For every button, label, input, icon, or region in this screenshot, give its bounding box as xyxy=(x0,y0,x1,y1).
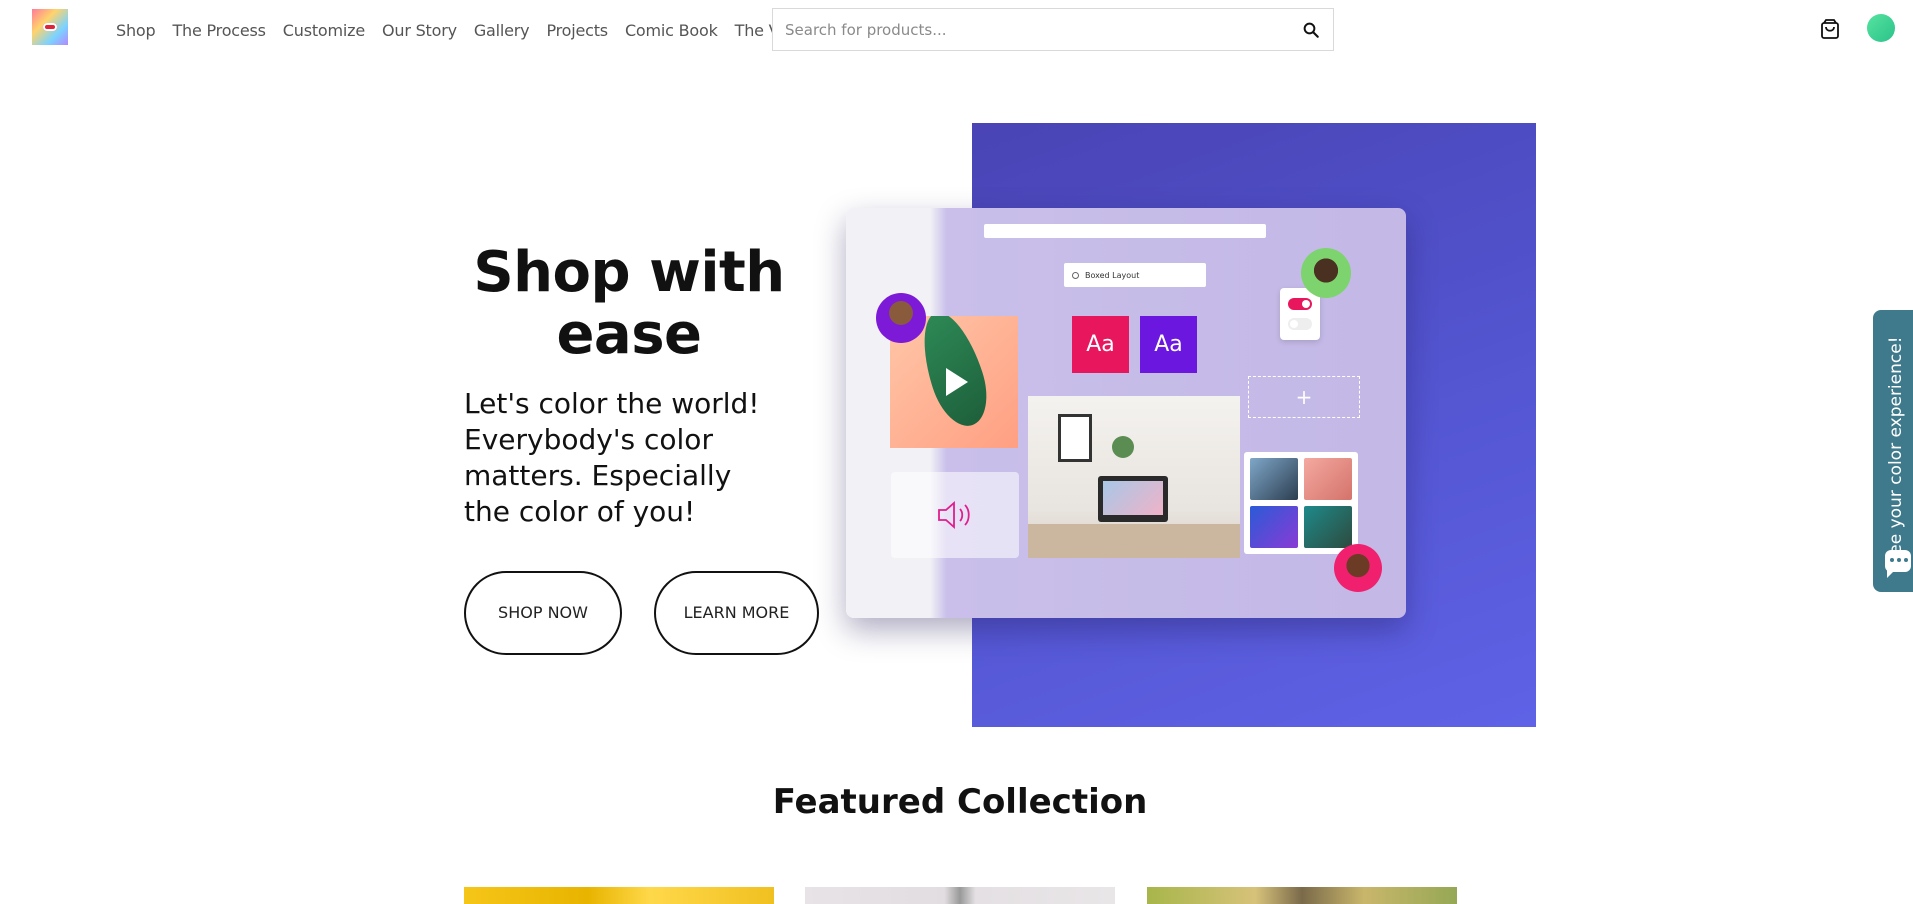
avatar-bubble-green xyxy=(1301,248,1351,298)
avatar-bubble-purple xyxy=(876,293,926,343)
play-icon xyxy=(946,368,968,396)
typography-tile-pink: Aa xyxy=(1072,316,1129,373)
avatar-bubble-pink xyxy=(1334,544,1382,592)
mockup-top-bar xyxy=(984,224,1266,238)
desk-table-image xyxy=(1028,524,1240,558)
search-bar xyxy=(772,8,1334,51)
laptop-image xyxy=(1098,476,1168,522)
toggle-off-icon xyxy=(1288,318,1312,330)
nav-customize[interactable]: Customize xyxy=(283,21,365,40)
typography-tile-purple: Aa xyxy=(1140,316,1197,373)
cart-button[interactable] xyxy=(1818,17,1842,41)
nav-comic-book[interactable]: Comic Book xyxy=(625,21,718,40)
grid-photo-1 xyxy=(1250,458,1298,500)
color-experience-label: See your color experience! xyxy=(1886,336,1906,566)
learn-more-button[interactable]: LEARN MORE xyxy=(654,571,819,655)
grid-photo-4 xyxy=(1304,506,1352,548)
hero-title: Shop with ease xyxy=(473,240,785,367)
nav-the-process[interactable]: The Process xyxy=(172,21,266,40)
mockup-search-box: Boxed Layout xyxy=(1064,263,1206,287)
toggle-on-icon xyxy=(1288,298,1312,310)
shop-now-button[interactable]: SHOP NOW xyxy=(464,571,622,655)
cart-icon xyxy=(1821,19,1839,39)
site-logo[interactable] xyxy=(32,9,68,45)
grid-photo-3 xyxy=(1250,506,1298,548)
main-nav: Shop The Process Customize Our Story Gal… xyxy=(116,0,838,60)
mockup-search-icon xyxy=(1072,271,1079,279)
nav-gallery[interactable]: Gallery xyxy=(474,21,530,40)
product-card-2[interactable] xyxy=(805,887,1115,904)
add-block-placeholder: + xyxy=(1248,376,1360,418)
speaker-icon xyxy=(938,501,970,529)
mockup-search-text: Boxed Layout xyxy=(1085,270,1140,280)
color-experience-tab[interactable]: See your color experience! xyxy=(1873,310,1913,592)
nav-projects[interactable]: Projects xyxy=(546,21,608,40)
product-card-1[interactable] xyxy=(464,887,774,904)
hero-mockup-illustration: Boxed Layout Aa Aa + xyxy=(846,208,1406,618)
user-avatar[interactable] xyxy=(1867,14,1895,42)
top-nav-bar: Shop The Process Customize Our Story Gal… xyxy=(0,0,1913,60)
sound-card xyxy=(891,472,1019,558)
photo-grid-card xyxy=(1244,452,1358,554)
hero-subtitle: Let's color the world! Everybody's color… xyxy=(464,387,760,528)
desk-plant-image xyxy=(1112,436,1134,458)
featured-collection-title: Featured Collection xyxy=(772,782,1148,822)
search-input[interactable] xyxy=(773,9,1289,50)
search-icon xyxy=(1303,22,1319,38)
logo-mark-icon xyxy=(43,23,57,31)
desk-photo xyxy=(1028,396,1240,558)
nav-shop[interactable]: Shop xyxy=(116,21,156,40)
search-button[interactable] xyxy=(1289,9,1333,50)
product-card-3[interactable] xyxy=(1147,887,1457,904)
toggle-card xyxy=(1280,288,1320,340)
nav-our-story[interactable]: Our Story xyxy=(382,21,457,40)
grid-photo-2 xyxy=(1304,458,1352,500)
chat-bubble-icon xyxy=(1885,550,1911,578)
desk-frame-image xyxy=(1058,414,1092,462)
